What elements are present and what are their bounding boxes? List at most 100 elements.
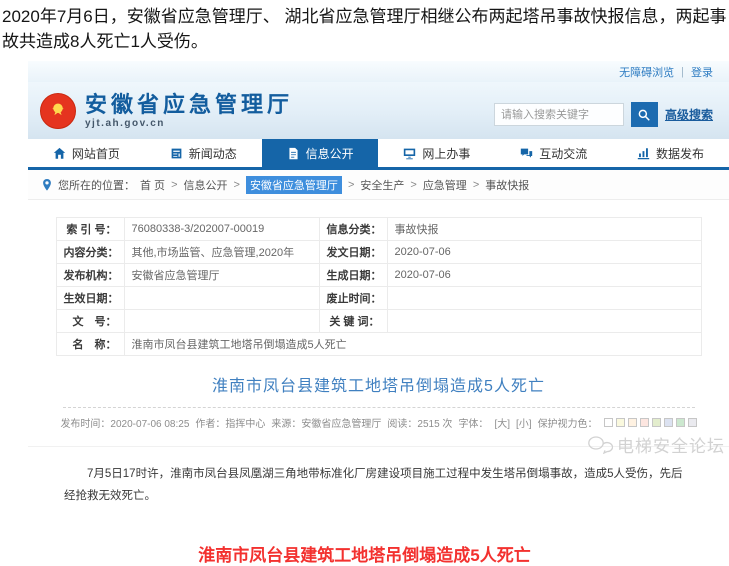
article-meta: 发布时间：2020-07-06 08:25 作者：指挥中心 来源：安徽省应急管理… [28,415,729,430]
table-row: 生效日期： 废止时间： [56,287,701,310]
breadcrumb-separator: > [348,179,354,191]
nav-label: 网站首页 [72,145,120,162]
nav-label: 数据发布 [656,145,704,162]
content-category-value: 其他,市场监管、应急管理,2020年 [124,241,319,264]
effective-date-value [124,287,319,310]
breadcrumb-item-info[interactable]: 信息公开 [184,177,228,193]
generated-date-label: 生成日期： [319,264,387,287]
breadcrumb-item-emergency[interactable]: 应急管理 [423,177,467,193]
watermark-text: 电梯安全论坛 [617,432,725,457]
doc-number-value [124,310,319,333]
nav-item-news[interactable]: 新闻动态 [145,139,262,167]
font-large-button[interactable]: [大] [494,415,510,430]
table-row: 文 号： 关 键 词： [56,310,701,333]
nav-item-interaction[interactable]: 互动交流 [495,139,612,167]
publisher-value: 安徽省应急管理厅 [124,264,319,287]
monitor-icon [403,147,416,160]
chart-icon [637,147,650,160]
breadcrumb-prefix: 您所在的位置： [58,177,135,193]
publisher-label: 发布机构： [56,264,124,287]
search-area: 高级搜索 [494,102,713,127]
keywords-label: 关 键 词： [319,310,387,333]
nav-label: 互动交流 [539,145,587,162]
site-header: ★ 安徽省应急管理厅 yjt.ah.gov.cn 高级搜索 [28,82,729,139]
breadcrumb-item-safety[interactable]: 安全生产 [360,177,404,193]
nav-item-home[interactable]: 网站首页 [28,139,145,167]
breadcrumb-separator: > [234,179,240,191]
eye-protection-label: 保护视力色： [538,415,598,430]
effective-date-label: 生效日期： [56,287,124,310]
issue-date-value: 2020-07-06 [387,241,701,264]
content-area: 索 引 号： 76080338-3/202007-00019 信息分类： 事故快… [28,200,729,532]
color-swatch[interactable] [688,418,697,427]
site-title-block: 安徽省应急管理厅 yjt.ah.gov.cn [85,93,293,129]
nav-label: 网上办事 [422,145,470,162]
color-swatch[interactable] [676,418,685,427]
article-body-section: 电梯安全论坛 7月5日17时许，淮南市凤台县凤凰湖三角地带标准化厂房建设项目施工… [28,446,729,532]
breadcrumb-separator: > [171,179,177,191]
name-value: 淮南市凤台县建筑工地塔吊倒塌造成5人死亡 [124,333,701,356]
font-size-label: 字体： [458,415,488,430]
color-swatch[interactable] [628,418,637,427]
login-link[interactable]: 登录 [691,64,713,80]
article-body: 7月5日17时许，淮南市凤台县凤凰湖三角地带标准化厂房建设项目施工过程中发生塔吊… [64,464,693,508]
info-category-label: 信息分类： [319,218,387,241]
color-swatch[interactable] [616,418,625,427]
issue-date-label: 发文日期： [319,241,387,264]
site-logo[interactable]: ★ 安徽省应急管理厅 yjt.ah.gov.cn [40,93,293,129]
publish-time: 发布时间：2020-07-06 08:25 [60,415,189,430]
site-topbar: 无障碍浏览 | 登录 [28,61,729,82]
search-icon [637,108,651,122]
color-swatch[interactable] [604,418,613,427]
breadcrumb-item-department[interactable]: 安徽省应急管理厅 [246,176,342,194]
table-row: 内容分类： 其他,市场监管、应急管理,2020年 发文日期： 2020-07-0… [56,241,701,264]
index-number-label: 索 引 号： [56,218,124,241]
info-category-value: 事故快报 [387,218,701,241]
color-swatch[interactable] [652,418,661,427]
article-source: 来源：安徽省应急管理厅 [271,415,381,430]
table-row: 名 称： 淮南市凤台县建筑工地塔吊倒塌造成5人死亡 [56,333,701,356]
forum-logo-icon [587,435,613,454]
topbar-separator: | [681,66,684,78]
watermark: 电梯安全论坛 [587,432,725,457]
color-swatch[interactable] [664,418,673,427]
breadcrumb-item-bulletin[interactable]: 事故快报 [485,177,529,193]
nav-item-info-disclosure[interactable]: 信息公开 [262,139,379,167]
breadcrumb-separator: > [410,179,416,191]
content-category-label: 内容分类： [56,241,124,264]
doc-number-label: 文 号： [56,310,124,333]
nav-label: 信息公开 [306,145,354,162]
article-author: 作者：指挥中心 [195,415,265,430]
search-input[interactable] [494,103,624,126]
home-icon [53,147,66,160]
nav-item-online-services[interactable]: 网上办事 [378,139,495,167]
table-row: 发布机构： 安徽省应急管理厅 生成日期： 2020-07-06 [56,264,701,287]
national-emblem-icon: ★ [40,93,76,129]
site-title: 安徽省应急管理厅 [85,93,293,117]
news-icon [170,147,183,160]
site-url: yjt.ah.gov.cn [85,118,293,129]
breadcrumb-item-home[interactable]: 首 页 [140,177,165,193]
advanced-search-link[interactable]: 高级搜索 [665,106,713,123]
font-small-button[interactable]: [小] [516,415,532,430]
expiry-date-label: 废止时间： [319,287,387,310]
location-pin-icon [41,178,53,192]
dashed-divider [63,407,695,408]
document-info-table: 索 引 号： 76080338-3/202007-00019 信息分类： 事故快… [56,217,702,356]
breadcrumb: 您所在的位置： 首 页 > 信息公开 > 安徽省应急管理厅 > 安全生产 > 应… [28,170,729,200]
article-title: 淮南市凤台县建筑工地塔吊倒塌造成5人死亡 [28,372,729,396]
nav-item-data-release[interactable]: 数据发布 [612,139,729,167]
index-number-value: 76080338-3/202007-00019 [124,218,319,241]
accessibility-link[interactable]: 无障碍浏览 [619,64,674,80]
color-swatch[interactable] [640,418,649,427]
website-screenshot: 无障碍浏览 | 登录 ★ 安徽省应急管理厅 yjt.ah.gov.cn 高级搜索… [28,61,729,532]
intro-text: 2020年7月6日，安徽省应急管理厅、 湖北省应急管理厅相继公布两起塔吊事故快报… [0,0,729,61]
search-button[interactable] [631,102,658,127]
keywords-value [387,310,701,333]
breadcrumb-separator: > [473,179,479,191]
main-nav: 网站首页 新闻动态 信息公开 网上办事 互动交流 数据发布 [28,139,729,170]
name-label: 名 称： [56,333,124,356]
nav-label: 新闻动态 [189,145,237,162]
eye-protection-swatches [604,418,697,427]
document-icon [287,147,300,160]
